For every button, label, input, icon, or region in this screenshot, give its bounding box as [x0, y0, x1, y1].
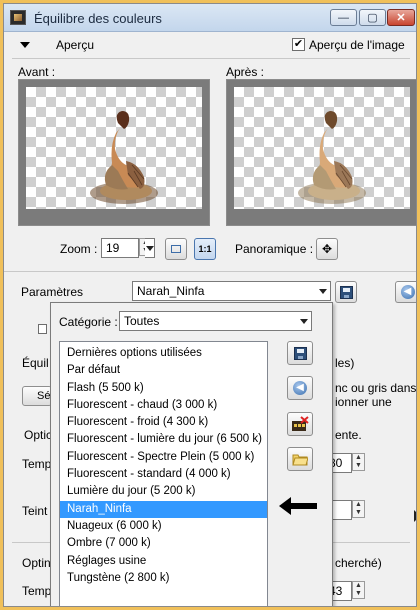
- category-dropdown[interactable]: Toutes: [119, 311, 312, 331]
- reset-button[interactable]: ◀: [395, 281, 416, 303]
- list-item[interactable]: Par défaut: [60, 362, 267, 379]
- title-bar[interactable]: Équilibre des couleurs — ▢ ✕: [4, 4, 416, 32]
- cherche-fragment: cherché): [335, 556, 382, 570]
- save-preset-popup-button[interactable]: [287, 341, 313, 365]
- preset-dropdown[interactable]: Narah_Ninfa: [132, 281, 331, 301]
- category-value: Toutes: [124, 314, 160, 328]
- list-item[interactable]: Fluorescent - Spectre Plein (5 000 k): [60, 449, 267, 466]
- after-preview[interactable]: [226, 79, 416, 226]
- les-fragment: les): [335, 356, 355, 370]
- list-item[interactable]: Tungstène (2 800 k): [60, 570, 267, 587]
- preview-toggle-label[interactable]: Aperçu: [56, 38, 94, 52]
- save-icon: [339, 285, 353, 299]
- chevron-down-icon: [316, 282, 330, 300]
- equil-fragment: Équil: [22, 356, 49, 370]
- save-icon: [293, 346, 307, 360]
- before-label: Avant :: [18, 65, 56, 79]
- instruction-text-1: nc ou gris dans la: [335, 381, 417, 395]
- options-fragment-1: Optic: [24, 428, 53, 442]
- divider: [12, 58, 410, 59]
- options-fragment-2: Optin: [22, 556, 51, 570]
- pan-icon[interactable]: ✥: [316, 238, 338, 260]
- minimize-button[interactable]: —: [330, 9, 357, 26]
- divider: [4, 271, 416, 272]
- chevron-down-icon: [297, 312, 311, 330]
- zoom-dropdown-arrow[interactable]: [145, 238, 155, 258]
- maximize-button[interactable]: ▢: [359, 9, 386, 26]
- window-title: Équilibre des couleurs: [34, 11, 162, 26]
- list-item[interactable]: Fluorescent - froid (4 300 k): [60, 414, 267, 431]
- pan-label: Panoramique :: [235, 242, 314, 256]
- zoom-fit-icon[interactable]: [165, 238, 187, 260]
- list-item[interactable]: Réglages usine: [60, 553, 267, 570]
- temp-fragment-2: Temp: [22, 584, 52, 598]
- zoom-1to1-icon[interactable]: 1:1: [194, 238, 216, 260]
- back-arrow-icon: ◀: [293, 381, 307, 395]
- list-item[interactable]: Flash (5 500 k): [60, 380, 267, 397]
- folder-icon: [292, 454, 308, 466]
- list-item[interactable]: Narah_Ninfa: [60, 500, 267, 518]
- collapse-preview-icon[interactable]: [20, 42, 30, 48]
- partial-button[interactable]: Sé: [22, 386, 52, 406]
- preview-image-label[interactable]: Aperçu de l'image: [309, 38, 405, 52]
- temp-fragment-1: Temp: [22, 457, 52, 471]
- back-arrow-icon: ◀: [400, 285, 415, 299]
- list-item[interactable]: Fluorescent - lumière du jour (6 500 k): [60, 431, 267, 448]
- pointer-arrow-icon: [279, 497, 317, 515]
- list-item[interactable]: Fluorescent - standard (4 000 k): [60, 466, 267, 483]
- temperature-spinner[interactable]: ▲ ▼: [352, 453, 365, 471]
- list-item[interactable]: Lumière du jour (5 200 k): [60, 483, 267, 500]
- dialog-window: Équilibre des couleurs — ▢ ✕ Aperçu ✔ Ap…: [3, 3, 417, 607]
- transparency-grid: [26, 87, 202, 209]
- reset-popup-button[interactable]: ◀: [287, 376, 313, 400]
- delete-preset-icon: [292, 416, 309, 431]
- parameters-label: Paramètres: [21, 285, 84, 299]
- category-label: Catégorie :: [59, 315, 118, 329]
- transparency-grid: [234, 87, 410, 209]
- tint-spinner[interactable]: ▲ ▼: [352, 500, 365, 518]
- preview-header: Aperçu ✔ Aperçu de l'image: [4, 33, 416, 57]
- list-item[interactable]: Dernières options utilisées: [60, 345, 267, 362]
- instruction-text-2: ionner une: [335, 395, 392, 409]
- partial-checkbox[interactable]: [38, 324, 47, 334]
- woman-figure-image: [298, 111, 366, 204]
- save-preset-button[interactable]: [335, 281, 357, 303]
- open-folder-button[interactable]: [287, 447, 313, 471]
- zoom-label: Zoom :: [60, 242, 98, 256]
- preview-image-checkbox[interactable]: ✔: [292, 38, 305, 51]
- delete-preset-button[interactable]: [287, 412, 313, 436]
- ente-fragment: ente.: [335, 428, 362, 442]
- list-item[interactable]: Ombre (7 000 k): [60, 535, 267, 552]
- temperature-spinner-2[interactable]: ▲ ▼: [352, 581, 365, 599]
- list-item[interactable]: Nuageux (6 000 k): [60, 518, 267, 535]
- before-preview[interactable]: [18, 79, 210, 226]
- after-label: Après :: [226, 65, 265, 79]
- preset-value: Narah_Ninfa: [137, 284, 205, 298]
- app-icon: [10, 10, 26, 25]
- scroll-right-icon[interactable]: [414, 510, 416, 522]
- zoom-input[interactable]: 19: [101, 238, 139, 258]
- woman-figure-image: [90, 111, 158, 204]
- close-button[interactable]: ✕: [387, 9, 415, 26]
- preset-popup: Catégorie : Toutes Dernières options uti…: [50, 302, 333, 606]
- list-item[interactable]: Fluorescent - chaud (3 000 k): [60, 397, 267, 414]
- preset-list[interactable]: Dernières options utilisées Par défaut Fla…: [59, 341, 268, 606]
- tint-fragment: Teint: [22, 504, 48, 518]
